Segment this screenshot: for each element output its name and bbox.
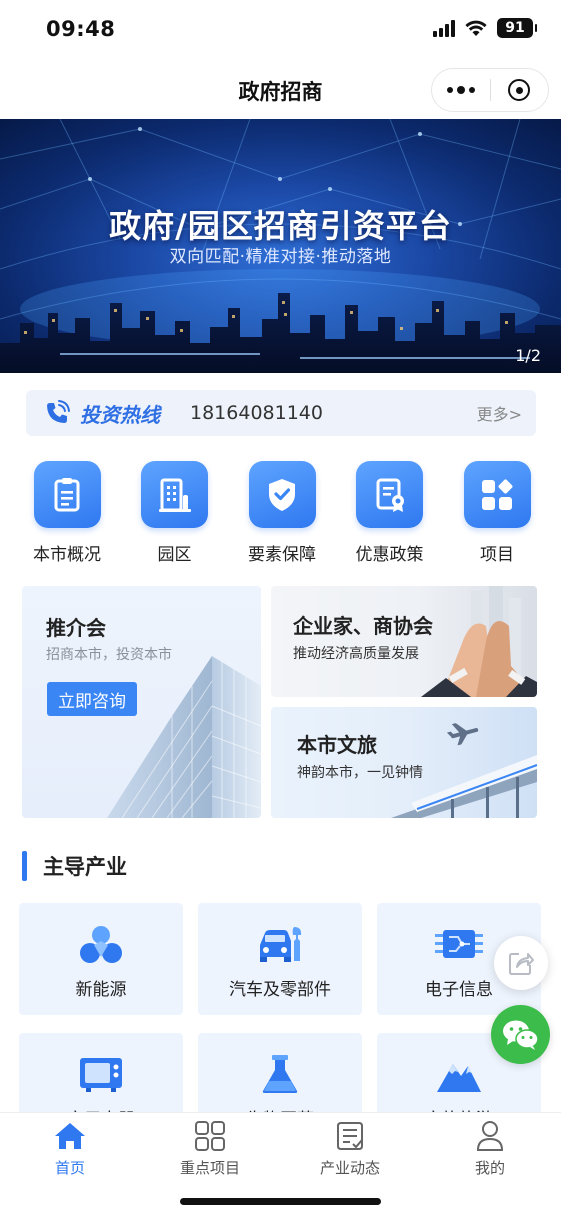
banner-subtitle: 双向匹配·精准对接·推动落地 xyxy=(169,247,392,267)
tab-label: 我的 xyxy=(474,1159,505,1177)
news-icon xyxy=(333,1119,367,1153)
promo-section: 推介会 招商本市，投资本市 立即咨询 企业家、商协会 推动经济高质量发展 本市文… xyxy=(22,586,537,818)
share-icon xyxy=(509,953,534,975)
industry-auto-parts[interactable]: 汽车及零部件 xyxy=(198,903,362,1015)
battery-icon: 91 xyxy=(497,18,537,38)
nav-bar: 政府招商 xyxy=(0,62,561,119)
industry-biomedicine[interactable]: 生物医药 xyxy=(198,1033,362,1113)
promo-title: 本市文旅 xyxy=(297,733,377,757)
home-icon xyxy=(53,1119,87,1153)
promo-card-entrepreneurs[interactable]: 企业家、商协会 推动经济高质量发展 xyxy=(271,586,537,697)
tab-label: 重点项目 xyxy=(179,1159,240,1177)
promo-card-conference[interactable]: 推介会 招商本市，投资本市 立即咨询 xyxy=(22,586,261,818)
status-time: 09:48 xyxy=(46,17,116,41)
car-wrench-icon xyxy=(198,921,362,967)
hero-banner[interactable]: 政府/园区招商引资平台 双向匹配·精准对接·推动落地 1/2 xyxy=(0,119,561,373)
quick-link-projects[interactable]: 项目 xyxy=(444,461,550,571)
user-icon xyxy=(473,1119,507,1153)
quick-link-policies[interactable]: 优惠政策 xyxy=(337,461,443,571)
industry-label: 汽车及零部件 xyxy=(229,980,331,1000)
appliance-icon xyxy=(19,1051,183,1097)
tab-label: 产业动态 xyxy=(319,1159,380,1177)
quick-link-factor-guarantee[interactable]: 要素保障 xyxy=(229,461,335,571)
industry-label: 新能源 xyxy=(75,980,127,1000)
section-accent-bar xyxy=(22,851,27,881)
document-icon xyxy=(33,461,101,528)
status-indicators: 91 xyxy=(433,18,537,38)
cellular-signal-icon xyxy=(433,19,455,37)
tab-home[interactable]: 首页 xyxy=(0,1119,140,1181)
bottom-tab-bar: 首页 重点项目 产业动态 我的 xyxy=(0,1112,561,1215)
tab-profile[interactable]: 我的 xyxy=(420,1119,560,1181)
promo-card-culture-tourism[interactable]: 本市文旅 神韵本市，一见钟情 xyxy=(271,707,537,818)
banner-title: 政府/园区招商引资平台 xyxy=(109,207,452,245)
apps-icon xyxy=(463,461,531,528)
tab-label: 首页 xyxy=(54,1159,85,1177)
quick-link-label: 园区 xyxy=(157,545,192,565)
shield-check-icon xyxy=(248,461,316,528)
promo-subtitle: 神韵本市，一见钟情 xyxy=(297,765,423,781)
hotline-phone-number[interactable]: 18164081140 xyxy=(190,402,323,424)
hotline-label: 投资热线 xyxy=(80,402,160,427)
quick-link-label: 项目 xyxy=(480,545,514,565)
close-mini-program-icon[interactable] xyxy=(490,68,548,112)
promo-title: 企业家、商协会 xyxy=(293,614,433,638)
quick-links: 本市概况 园区 要素保障 优惠政策 项目 xyxy=(0,461,561,571)
wifi-icon xyxy=(465,20,487,37)
wechat-icon xyxy=(502,1020,539,1050)
status-bar: 09:48 91 xyxy=(0,0,561,62)
building-icon xyxy=(141,461,208,528)
quick-link-label: 本市概况 xyxy=(33,545,101,565)
hotline-more-link[interactable]: 更多> xyxy=(477,401,522,425)
home-indicator xyxy=(180,1198,381,1205)
phone-icon xyxy=(42,398,72,428)
section-heading: 主导产业 xyxy=(22,850,127,882)
quick-link-label: 优惠政策 xyxy=(355,545,424,565)
quick-link-park[interactable]: 园区 xyxy=(122,461,228,571)
handshake-image xyxy=(421,586,537,697)
tab-key-projects[interactable]: 重点项目 xyxy=(140,1119,280,1181)
quick-link-overview[interactable]: 本市概况 xyxy=(14,461,120,571)
quick-link-label: 要素保障 xyxy=(248,545,316,565)
grid-icon xyxy=(193,1119,227,1153)
tab-industry-news[interactable]: 产业动态 xyxy=(280,1119,420,1181)
more-options-icon[interactable] xyxy=(432,68,490,112)
industry-new-energy[interactable]: 新能源 xyxy=(19,903,183,1015)
share-button[interactable] xyxy=(494,936,548,990)
section-title: 主导产业 xyxy=(43,855,127,879)
city-skyline-image xyxy=(0,293,561,373)
promo-subtitle: 招商本市，投资本市 xyxy=(46,647,172,663)
mini-program-capsule xyxy=(431,68,549,112)
new-energy-icon xyxy=(19,921,183,967)
promo-subtitle: 推动经济高质量发展 xyxy=(293,646,419,662)
consult-now-button[interactable]: 立即咨询 xyxy=(47,682,137,716)
industry-home-appliances[interactable]: 家用电器 xyxy=(19,1033,183,1113)
certificate-icon xyxy=(356,461,423,528)
flask-icon xyxy=(198,1051,362,1097)
banner-pager: 1/2 xyxy=(515,346,541,365)
investment-hotline[interactable]: 投资热线 18164081140 更多> xyxy=(26,390,536,436)
wechat-contact-button[interactable] xyxy=(491,1005,550,1064)
promo-title: 推介会 xyxy=(46,616,106,640)
industry-grid: 新能源 汽车及零部件 电子信息 家用电器 生物医药 文旅旅游 xyxy=(19,903,541,1113)
